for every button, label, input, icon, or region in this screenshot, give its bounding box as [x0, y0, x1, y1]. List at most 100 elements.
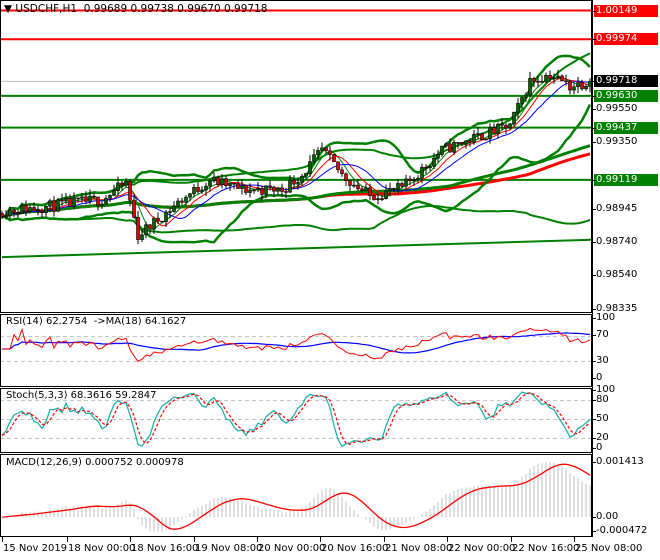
candle — [52, 200, 56, 212]
candle — [28, 207, 32, 213]
candle — [360, 188, 364, 191]
stoch-tick: 80 — [596, 394, 609, 405]
candle — [476, 133, 480, 135]
candle — [524, 94, 528, 98]
price-tick: 0.98740 — [596, 236, 638, 248]
candle — [376, 198, 380, 201]
candle — [268, 185, 272, 188]
macd-tick: -0.000472 — [596, 525, 648, 536]
candle — [340, 169, 344, 175]
time-tick — [194, 537, 195, 542]
candle — [224, 178, 228, 186]
rsi-tick: 30 — [596, 355, 609, 366]
price-level-label: 1.00149 — [594, 4, 658, 17]
candle — [544, 74, 548, 83]
candle — [212, 176, 216, 182]
candle — [168, 211, 172, 213]
axis-tick — [592, 361, 596, 362]
axis-tick — [592, 179, 596, 181]
candle — [412, 179, 416, 182]
rsi-tick: 70 — [596, 329, 609, 340]
candle — [300, 175, 304, 183]
axis-tick — [592, 400, 596, 401]
candle — [120, 182, 124, 186]
candle — [400, 183, 404, 187]
candle — [144, 224, 148, 236]
candle — [576, 82, 580, 88]
axis-tick — [592, 109, 596, 111]
candle — [32, 207, 36, 211]
candle — [428, 166, 432, 169]
macd-tick: 0.00 — [596, 511, 619, 522]
candle — [456, 142, 460, 144]
axis-tick — [592, 419, 596, 420]
rsi-label: RSI(14) 62.2754 ->MA(18) 64.1627 — [6, 316, 187, 327]
candle — [444, 143, 448, 147]
candle — [16, 211, 20, 214]
price-chart[interactable] — [0, 0, 592, 313]
time-tick — [67, 537, 68, 542]
candle — [12, 209, 16, 213]
candle — [308, 161, 312, 174]
candle — [148, 224, 152, 230]
trendline — [1, 238, 592, 259]
stochastic-label: Stoch(5,3,3) 68.3616 59.2847 — [6, 390, 157, 401]
candle — [196, 187, 200, 192]
price-level-label: 0.99630 — [594, 89, 658, 102]
candle — [416, 177, 420, 180]
candle — [20, 204, 24, 214]
time-tick — [130, 537, 131, 542]
candle — [460, 142, 464, 145]
candle — [252, 189, 256, 192]
time-tick-label: 25 Nov 08:00 — [575, 543, 643, 554]
candle — [104, 197, 108, 205]
axis-tick — [592, 517, 596, 518]
axis-tick — [592, 390, 596, 391]
axis-tick — [592, 462, 596, 463]
axis-tick — [592, 448, 596, 449]
candle — [436, 154, 440, 159]
candle — [508, 123, 512, 129]
candle — [372, 195, 376, 201]
candle — [472, 133, 476, 143]
long-lower-band — [1, 204, 591, 234]
axis-tick — [592, 127, 596, 129]
candle — [464, 140, 468, 145]
candle — [348, 180, 352, 186]
candle — [440, 145, 444, 155]
candle — [584, 86, 588, 90]
candle — [512, 111, 516, 125]
candle — [492, 127, 496, 134]
ohlc-readout: 0.99689 0.99738 0.99670 0.99718 — [83, 3, 268, 15]
price-tick: 0.99550 — [596, 103, 638, 115]
candle — [44, 205, 48, 213]
macd-label: MACD(12,26,9) 0.000752 0.000978 — [6, 457, 184, 468]
candle — [292, 179, 296, 185]
axis-tick — [592, 208, 596, 210]
candle — [540, 81, 544, 83]
axis-tick — [592, 378, 596, 379]
axis-tick — [592, 308, 596, 310]
price-tick: 0.99350 — [596, 135, 638, 147]
candle — [180, 200, 184, 203]
candle — [560, 75, 564, 82]
candle — [380, 198, 384, 200]
price-tick: 0.98945 — [596, 202, 638, 214]
candle — [280, 187, 284, 192]
candle — [484, 138, 488, 141]
candle — [572, 86, 576, 91]
candle — [8, 209, 12, 217]
candle — [188, 193, 192, 198]
candle — [124, 181, 128, 186]
candle — [528, 78, 532, 96]
time-tick — [257, 537, 258, 542]
time-tick-label: 18 Nov 16:00 — [131, 543, 199, 554]
candle — [276, 187, 280, 192]
candle — [108, 195, 112, 199]
candle — [236, 183, 240, 189]
candle — [92, 195, 96, 198]
price-level-label: 0.99718 — [594, 75, 658, 88]
triangle-down-icon[interactable]: ▼ — [4, 3, 12, 15]
candle — [532, 78, 536, 82]
candle — [288, 179, 292, 193]
